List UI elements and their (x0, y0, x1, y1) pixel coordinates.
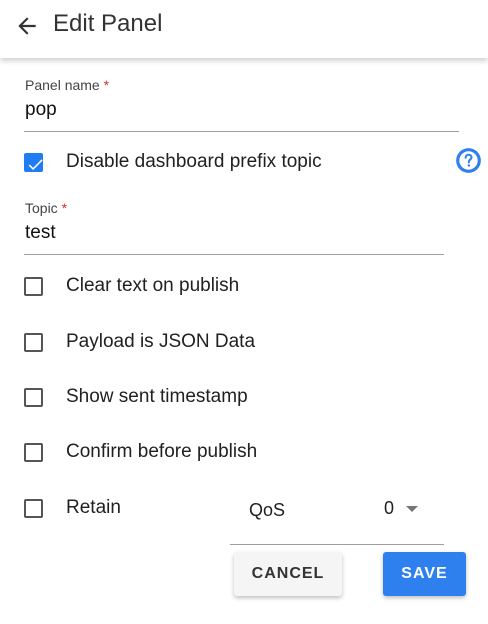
topic-underline (24, 254, 444, 255)
required-mark: * (103, 77, 110, 93)
arrow-left-icon[interactable] (14, 13, 40, 39)
page-title: Edit Panel (53, 10, 163, 37)
topic-label-text: Topic (25, 200, 58, 216)
option-confirm-publish-row[interactable]: Confirm before publish (24, 439, 257, 465)
dropdown-arrow-icon (406, 505, 419, 512)
confirm-publish-checkbox[interactable] (24, 442, 43, 462)
option-retain-row[interactable]: Retain (24, 495, 121, 521)
qos-label: QoS (249, 500, 286, 520)
confirm-publish-label: Confirm before publish (66, 441, 258, 462)
disable-prefix-label: Disable dashboard prefix topic (66, 151, 322, 172)
qos-underline (230, 544, 444, 545)
checkmark-icon (28, 158, 43, 170)
panel-name-label-text: Panel name (25, 77, 100, 93)
app-bar: Edit Panel (0, 0, 488, 58)
retain-label: Retain (66, 497, 121, 518)
retain-checkbox[interactable] (24, 498, 43, 518)
show-timestamp-checkbox[interactable] (24, 387, 43, 407)
option-clear-text-row[interactable]: Clear text on publish (24, 273, 239, 299)
cancel-button[interactable]: CANCEL (234, 552, 342, 596)
panel-name-underline (24, 131, 459, 132)
clear-text-label: Clear text on publish (66, 275, 240, 296)
option-payload-json-row[interactable]: Payload is JSON Data (24, 329, 255, 355)
disable-prefix-checkbox[interactable] (24, 152, 43, 172)
save-button[interactable]: SAVE (383, 552, 466, 596)
disable-prefix-row[interactable]: Disable dashboard prefix topic (24, 149, 322, 175)
topic-input[interactable] (25, 222, 440, 244)
qos-select[interactable]: 0 (384, 498, 419, 519)
payload-json-checkbox[interactable] (24, 332, 43, 352)
clear-text-checkbox[interactable] (24, 276, 43, 296)
payload-json-label: Payload is JSON Data (66, 331, 256, 352)
topic-label: Topic * (25, 200, 67, 216)
show-timestamp-label: Show sent timestamp (66, 386, 248, 407)
panel-name-input[interactable] (25, 99, 455, 121)
qos-value: 0 (384, 498, 395, 518)
panel-name-label: Panel name * (25, 77, 109, 93)
required-mark: * (61, 200, 68, 216)
question-circle-icon[interactable] (455, 147, 482, 174)
option-show-timestamp-row[interactable]: Show sent timestamp (24, 384, 248, 410)
